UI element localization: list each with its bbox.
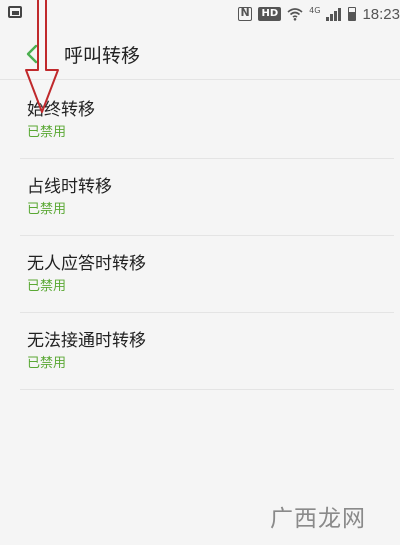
page-title: 呼叫转移 [64, 45, 141, 67]
back-button[interactable] [18, 38, 50, 70]
battery-icon [348, 7, 357, 21]
list-item-status: 已禁用 [27, 202, 67, 217]
chevron-left-icon [26, 44, 38, 64]
list-item-status: 已禁用 [27, 279, 67, 294]
list-item-title: 始终转移 [27, 100, 95, 120]
status-indicators: HD 4G 18:23 [238, 4, 400, 24]
app-bar: 呼叫转移 [0, 28, 400, 80]
list-item-status: 已禁用 [27, 356, 67, 371]
call-forwarding-list: 始终转移 已禁用 占线时转移 已禁用 无人应答时转移 已禁用 无法接通时转移 已… [20, 82, 394, 390]
list-item-status: 已禁用 [27, 125, 67, 140]
list-item-title: 无法接通时转移 [27, 331, 146, 351]
status-bar: HD 4G 18:23 [0, 0, 400, 28]
list-item-title: 无人应答时转移 [27, 254, 146, 274]
hd-badge: HD [258, 7, 282, 21]
nfc-icon [238, 6, 253, 21]
list-item-forward-when-unanswered[interactable]: 无人应答时转移 已禁用 [20, 236, 394, 313]
status-time: 18:23 [362, 5, 400, 23]
list-item-always-forward[interactable]: 始终转移 已禁用 [20, 82, 394, 159]
watermark-text: 广西龙网 [270, 506, 366, 532]
list-item-forward-when-busy[interactable]: 占线时转移 已禁用 [20, 159, 394, 236]
signal-icon [326, 7, 342, 21]
wifi-icon [287, 8, 303, 21]
list-item-forward-when-unreachable[interactable]: 无法接通时转移 已禁用 [20, 313, 394, 390]
network-type-label: 4G [309, 5, 321, 15]
gallery-icon [8, 6, 22, 18]
list-item-title: 占线时转移 [27, 177, 112, 197]
